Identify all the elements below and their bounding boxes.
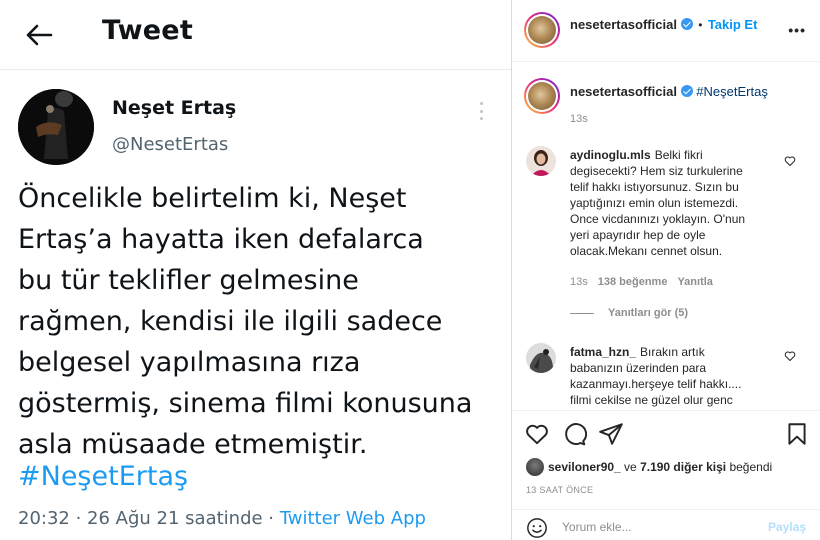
- tweet-text: Öncelikle belirtelim ki, Neşet Ertaş’a h…: [18, 178, 508, 465]
- comment-line: filmi cekilse ne güzel olur genc: [570, 393, 733, 407]
- emoji-icon[interactable]: [526, 517, 548, 539]
- comment-line: babanızın üzerinden para: [570, 361, 707, 375]
- like-heart-icon[interactable]: [524, 421, 550, 447]
- reply-button[interactable]: Yanıtla: [677, 276, 712, 288]
- comment-line: kazanmayı.herşeye telif hakkı....: [570, 377, 742, 391]
- verified-badge-icon: [680, 18, 693, 30]
- caption-username[interactable]: nesetertasofficial: [570, 84, 677, 99]
- back-arrow-icon[interactable]: [22, 18, 56, 52]
- share-paper-plane-icon[interactable]: [598, 421, 624, 447]
- likes-others-link[interactable]: 7.190 diğer kişi: [640, 460, 726, 474]
- view-replies-label: Yanıtları gör (5): [608, 307, 689, 319]
- tweet-timestamp: 20:32 · 26 Ağu 21 saatinde · Twitter Web…: [18, 508, 426, 529]
- tweet-panel: Tweet Neşet Ertaş @NesetErtas Öncelikle …: [0, 0, 512, 540]
- commenter-avatar[interactable]: [526, 343, 556, 373]
- comment-line: yaptığınızı emin olun istemezdi.: [570, 196, 739, 210]
- comment-line: Once vicdanınızı yoklayın. O'nun: [570, 212, 746, 226]
- author-avatar[interactable]: [18, 89, 94, 165]
- comment-line: yeri apayrıdır hep de oyle: [570, 228, 706, 242]
- post-date: 13 SAAT ÖNCE: [526, 485, 594, 495]
- header-user: nesetertasofficial • Takip Et: [570, 17, 757, 32]
- comment-like-heart-icon[interactable]: [784, 155, 796, 167]
- comment-like-heart-icon[interactable]: [784, 350, 796, 362]
- page-title: Tweet: [102, 15, 193, 46]
- caption-text: nesetertasofficial #NeşetErtaş: [570, 84, 768, 99]
- more-options-icon[interactable]: [472, 100, 490, 122]
- header-username[interactable]: nesetertasofficial: [570, 17, 677, 32]
- tweet-text-line: Öncelikle belirtelim ki, Neşet: [18, 183, 407, 214]
- profile-avatar[interactable]: [524, 12, 560, 48]
- comment-username[interactable]: aydinoglu.mls: [570, 148, 651, 162]
- caption-avatar[interactable]: [524, 78, 560, 114]
- tweet-source-link[interactable]: Twitter Web App: [280, 508, 426, 529]
- post-actions: seviloner90_ ve 7.190 diğer kişi beğendi…: [512, 410, 820, 540]
- tweet-time-text: 20:32 · 26 Ağu 21 saatinde ·: [18, 508, 280, 529]
- add-comment-bar: Paylaş: [512, 509, 820, 540]
- comment-username[interactable]: fatma_hzn_: [570, 345, 636, 359]
- comment-meta: 13s 138 beğenme Yanıtla: [570, 276, 723, 288]
- save-bookmark-icon[interactable]: [784, 421, 810, 447]
- verified-badge-icon: [680, 85, 693, 97]
- view-replies-button[interactable]: Yanıtları gör (5): [570, 307, 688, 319]
- separator-dot: •: [698, 18, 703, 32]
- comment-text: fatma_hzn_ Bırakın artık babanızın üzerin…: [570, 344, 780, 408]
- comment-text: aydinoglu.mls Belki fikri degisecekti? He…: [570, 147, 780, 259]
- tweet-header: Tweet: [0, 0, 511, 70]
- tweet-text-line: bu tür teklifler gelmesine: [18, 265, 359, 296]
- liker-username[interactable]: seviloner90_: [548, 460, 621, 474]
- author-name[interactable]: Neşet Ertaş: [112, 97, 236, 119]
- commenter-avatar[interactable]: [526, 146, 556, 176]
- caption-time: 13s: [570, 113, 588, 125]
- comment-line: olacak.Mekanı cennet olsun.: [570, 244, 723, 258]
- likes-suffix: beğendi: [726, 460, 773, 474]
- comment-line: Belki fikri: [654, 148, 703, 162]
- comment-likes-count[interactable]: 138 beğenme: [598, 276, 668, 288]
- comment-line: Bırakın artık: [640, 345, 705, 359]
- more-options-icon[interactable]: •••: [788, 22, 806, 38]
- liker-avatar[interactable]: [526, 458, 544, 476]
- comment-input[interactable]: [562, 517, 762, 537]
- tweet-text-line: Ertaş’a hayatta iken defalarca: [18, 224, 424, 255]
- caption-hashtag-link[interactable]: #NeşetErtaş: [696, 84, 768, 99]
- comment-line: degisecekti? Hem siz turkulerine: [570, 164, 743, 178]
- comment-bubble-icon[interactable]: [561, 421, 587, 447]
- likes-connector: ve: [620, 460, 641, 474]
- tweet-text-line: rağmen, kendisi ile ilgili sadece: [18, 306, 443, 337]
- instagram-panel: nesetertasofficial • Takip Et ••• nesete…: [512, 0, 820, 540]
- post-header: nesetertasofficial • Takip Et •••: [512, 0, 820, 62]
- tweet-text-line: belgesel yapılmasına rıza: [18, 347, 361, 378]
- comment-time: 13s: [570, 276, 588, 288]
- tweet-hashtag-link[interactable]: #NeşetErtaş: [18, 461, 188, 492]
- tweet-text-line: asla müsaade etmemiştir.: [18, 429, 368, 460]
- comment-line: telif hakkı istıyorsunuz. Sızın bu: [570, 180, 739, 194]
- author-handle[interactable]: @NesetErtas: [112, 134, 228, 155]
- follow-button[interactable]: Takip Et: [708, 17, 758, 32]
- likes-summary: seviloner90_ ve 7.190 diğer kişi beğendi: [526, 458, 772, 476]
- tweet-text-line: göstermiş, sinema filmi konusuna: [18, 388, 473, 419]
- post-comment-button[interactable]: Paylaş: [768, 520, 806, 534]
